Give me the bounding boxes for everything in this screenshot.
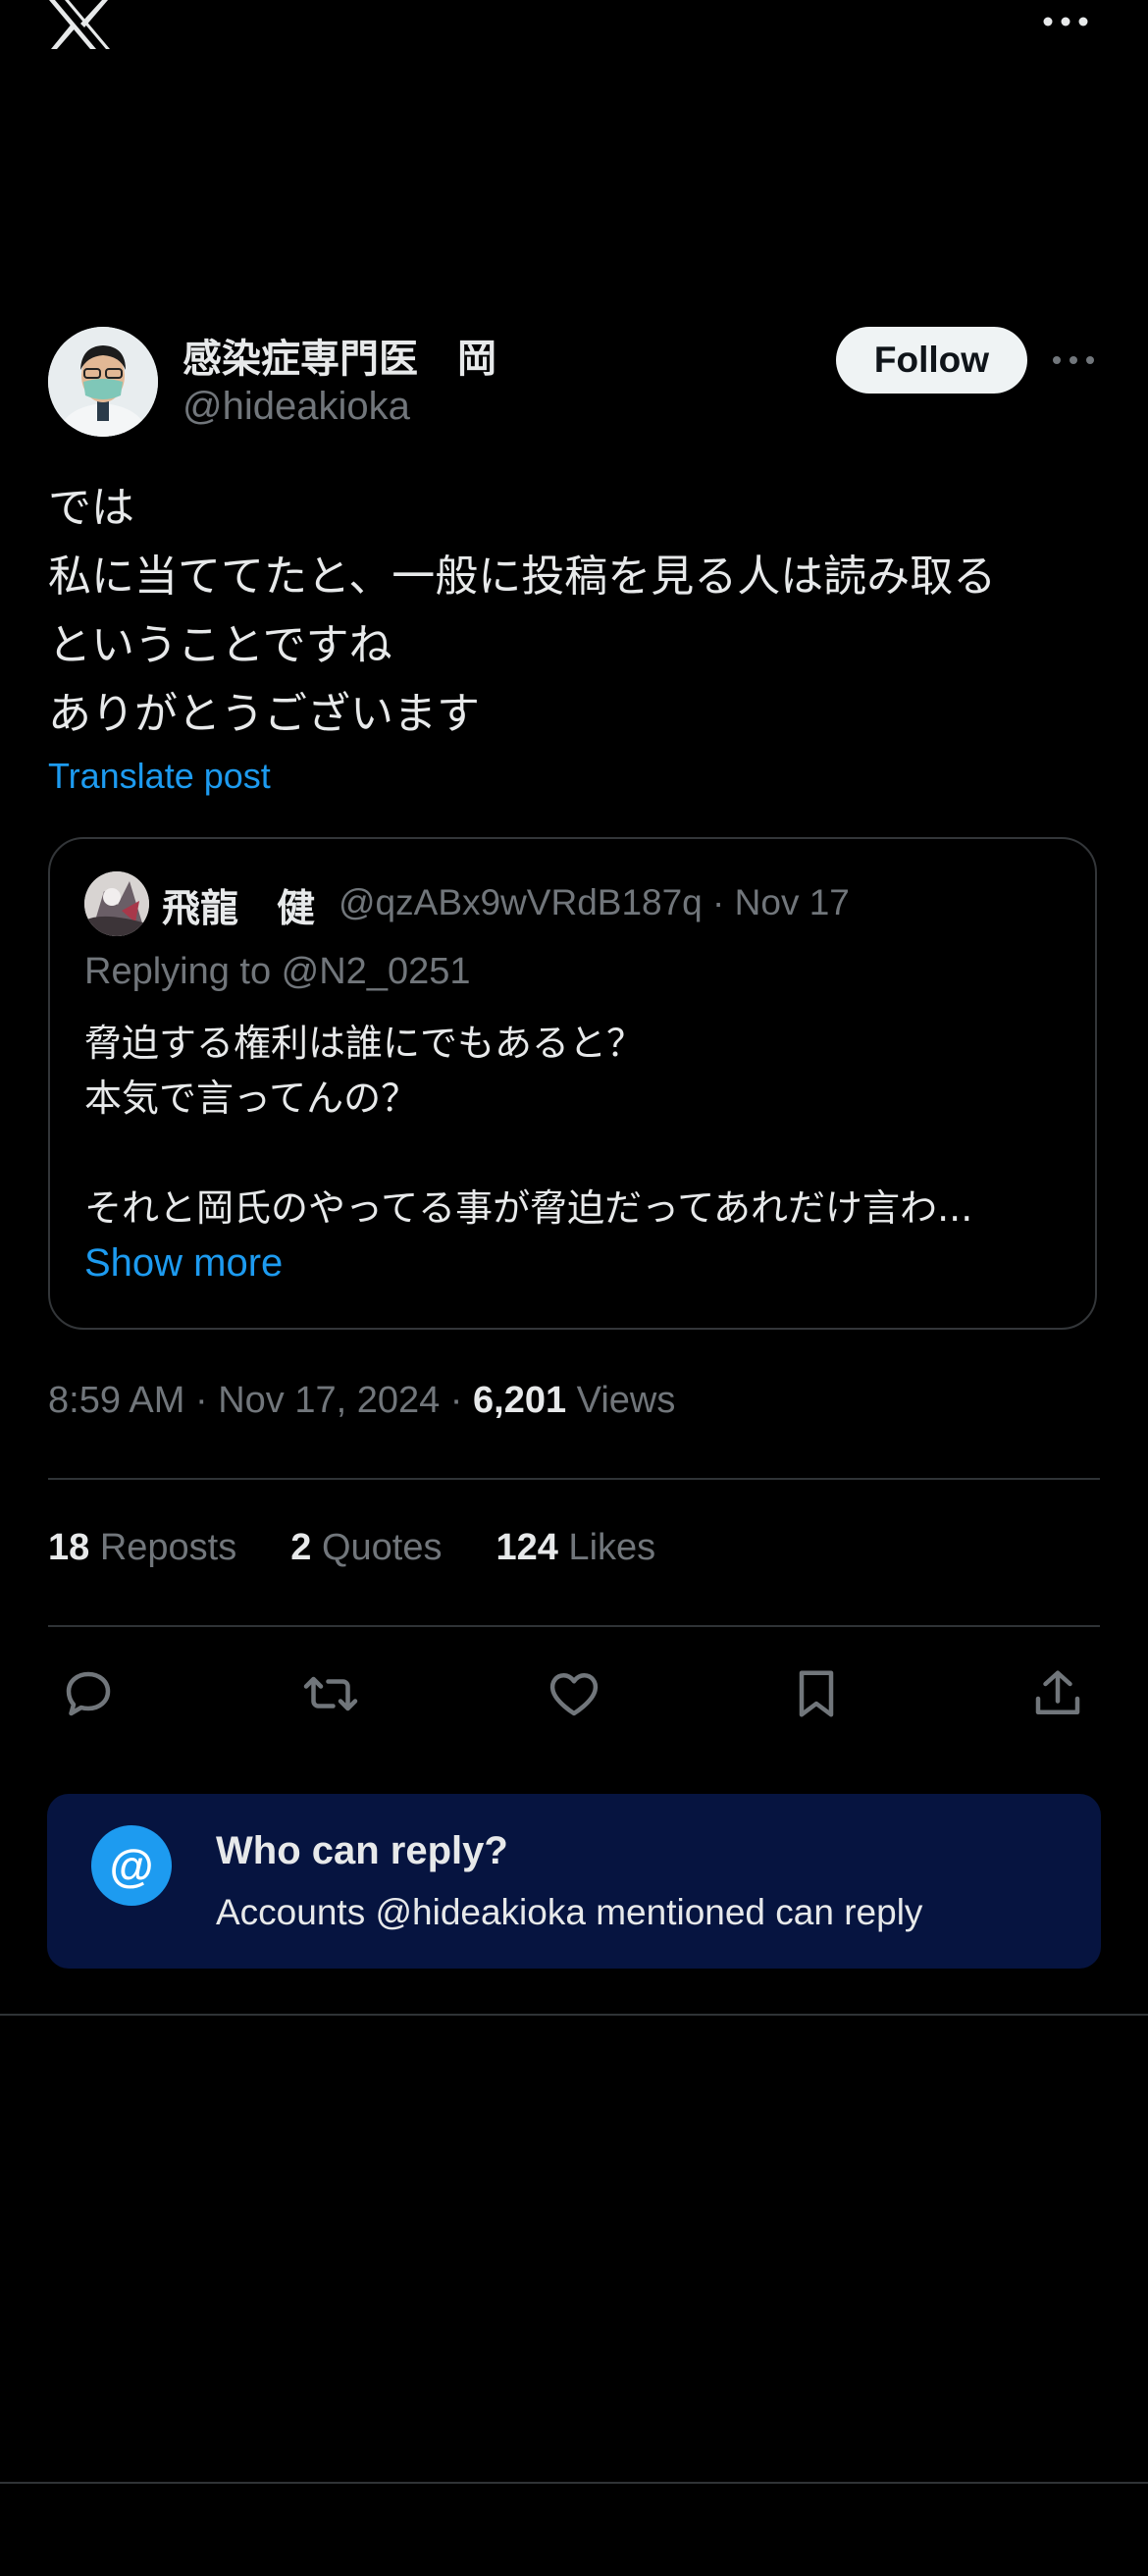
translate-post-link[interactable]: Translate post (48, 756, 271, 797)
quoted-post-body: 脅迫する権利は誰にでもあると？ 本気で言ってんの？ それと岡氏のやってる事が脅迫… (84, 1016, 1066, 1235)
post-body-line: ということですね (48, 620, 392, 670)
author-handle[interactable]: @hideakioka (183, 385, 410, 429)
divider (48, 1625, 1100, 1627)
follow-button[interactable]: Follow (836, 327, 1027, 394)
replying-to-text: Replying to @N2_0251 (84, 951, 471, 992)
repost-button[interactable] (301, 1664, 360, 1723)
quoted-author-avatar (84, 871, 149, 936)
time-date: 8:59 AM · Nov 17, 2024 · (48, 1380, 474, 1421)
reposts-stat[interactable]: 18 Reposts (48, 1527, 236, 1568)
bookmark-button[interactable] (787, 1664, 846, 1723)
quoted-post-card[interactable]: 飛龍 健 @qzABx9wVRdB187q · Nov 17 Replying … (48, 837, 1097, 1330)
quotes-stat[interactable]: 2 Quotes (290, 1527, 442, 1568)
divider (0, 2482, 1148, 2484)
reply-button[interactable] (59, 1664, 118, 1723)
who-can-reply-subtitle: Accounts @hideakioka mentioned can reply (216, 1892, 923, 1932)
post-timestamp: 8:59 AM · Nov 17, 2024 · 6,201 Views (48, 1380, 675, 1422)
x-logo-icon[interactable] (47, 0, 112, 49)
post-more-icon[interactable] (1052, 349, 1095, 371)
repost-icon (303, 1676, 358, 1711)
quoted-body-line: 脅迫する権利は誰にでもあると？ (84, 1022, 645, 1065)
post-body-line: では (48, 483, 134, 533)
divider (48, 1478, 1100, 1480)
quoted-body-line (84, 1126, 1066, 1181)
like-button[interactable] (545, 1664, 603, 1723)
views-count: 6,201 (473, 1380, 567, 1421)
views-label: Views (566, 1380, 676, 1421)
who-can-reply-title: Who can reply? (216, 1829, 508, 1872)
bookmark-icon (799, 1670, 834, 1717)
engagement-stats: 18 Reposts 2 Quotes 124 Likes (48, 1527, 709, 1569)
more-options-icon[interactable] (1042, 10, 1089, 33)
quoted-author-meta: @qzABx9wVRdB187q · Nov 17 (339, 882, 850, 922)
likes-stat[interactable]: 124 Likes (496, 1527, 655, 1568)
share-button[interactable] (1028, 1664, 1087, 1723)
show-more-link[interactable]: Show more (84, 1241, 283, 1286)
author-avatar[interactable] (48, 327, 158, 437)
quoted-body-line: それと岡氏のやってる事が脅迫だってあれだけ言わ... (84, 1186, 973, 1230)
who-can-reply-banner: @ Who can reply? Accounts @hideakioka me… (47, 1794, 1101, 1969)
post-body-line: 私に当ててたと、一般に投稿を見る人は読み取る (48, 552, 997, 602)
post-body: では 私に当ててたと、一般に投稿を見る人は読み取る ということですね ありがとう… (48, 474, 1108, 749)
author-name[interactable]: 感染症専門医 岡 (183, 327, 496, 384)
like-icon (549, 1673, 599, 1716)
mention-at-icon: @ (91, 1825, 172, 1906)
share-icon (1035, 1670, 1080, 1714)
divider (0, 2014, 1148, 2016)
reply-icon (66, 1671, 111, 1716)
post-body-line: ありがとうございます (48, 689, 480, 739)
quoted-body-line: 本気で言ってんの？ (84, 1077, 419, 1120)
quoted-author-name: 飛龍 健 (162, 888, 316, 930)
